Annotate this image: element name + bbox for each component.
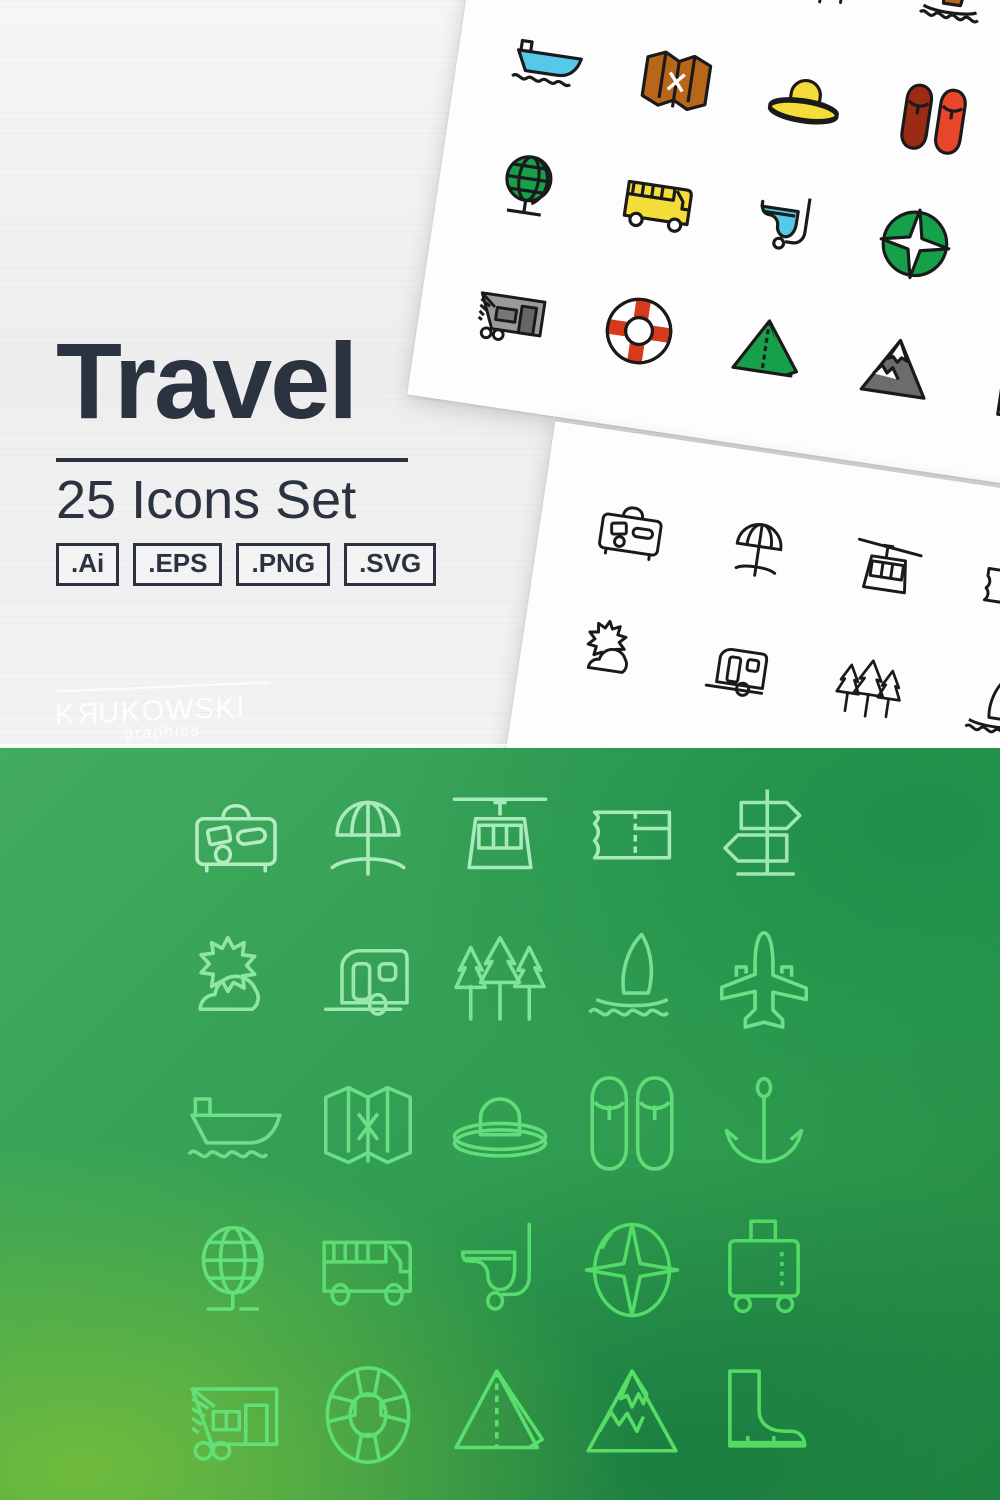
top-showcase-panel: Travel 25 Icons Set .Ai .EPS .PNG .SVG K… [0,0,1000,748]
pine-trees-icon [825,645,914,734]
color-icons-sheet [407,0,1000,498]
signpost-icon [712,783,816,887]
flip-flops-icon [889,75,978,164]
icon-cell [566,907,698,1052]
icon-cell [566,1343,698,1488]
icon-cell [302,1198,434,1343]
beach-umbrella-icon [316,783,420,887]
icon-cell [170,762,302,907]
icon-cell [566,1052,698,1197]
suitcase-icon [184,783,288,887]
sun-cloud-icon [568,607,657,696]
format-badge-png: .PNG [236,542,331,586]
anchor-icon [712,1073,816,1177]
hiking-boot-icon [980,344,1000,433]
color-icons-grid [407,0,1000,498]
icon-cell [698,907,830,1052]
flip-flops-icon [580,1073,684,1177]
camper-trailer-icon [316,928,420,1032]
treasure-map-icon [316,1073,420,1177]
life-ring-icon [316,1363,420,1467]
icon-cell [698,762,830,907]
ticket-icon [580,783,684,887]
icon-cell [698,1343,830,1488]
snorkel-mask-icon [448,1218,552,1322]
windsurf-icon [953,664,1000,748]
bus-icon [316,1218,420,1322]
sun-hat-icon [761,56,850,145]
icon-cell [434,1052,566,1197]
page-title: Travel [56,320,358,441]
mountains-icon [580,1363,684,1467]
icon-cell [170,907,302,1052]
tent-icon [448,1363,552,1467]
windsurf-icon [908,0,997,38]
airplane-icon [712,928,816,1032]
icon-cell [302,1052,434,1197]
icon-cell [434,1198,566,1343]
rolling-luggage-icon [712,1218,816,1322]
ticket-icon [971,542,1000,631]
icon-cell [302,907,434,1052]
windsurf-icon [580,928,684,1032]
motorboat-icon [184,1073,288,1177]
icon-cell [302,762,434,907]
tent-icon [723,306,812,395]
product-info-block: Travel 25 Icons Set .Ai .EPS .PNG .SVG [56,320,456,586]
format-badge-eps: .EPS [133,542,223,586]
page-subtitle: 25 Icons Set [56,469,357,530]
mountains-icon [851,325,940,414]
format-badge-ai: .Ai [56,542,120,586]
icon-cell [566,1198,698,1343]
icon-cell [434,907,566,1052]
motorboat-icon [504,17,593,106]
icon-cell [170,1198,302,1343]
life-ring-icon [595,287,684,376]
compass-icon [580,1218,684,1322]
sun-hat-icon [448,1073,552,1177]
cable-car-icon [843,523,932,612]
globe-icon [184,1218,288,1322]
pine-trees-icon [448,928,552,1032]
green-icon-showcase-panel: KRUKOWSKI graphics [0,748,1000,1500]
suitcase-icon [587,485,676,574]
bus-icon [614,162,703,251]
caravan-icon [184,1363,288,1467]
caravan-icon [467,267,556,356]
beach-umbrella-icon [715,504,804,593]
file-formats-list: .Ai .EPS .PNG .SVG [56,542,456,586]
camper-trailer-icon [697,626,786,715]
icon-cell [566,762,698,907]
icon-cell [170,1343,302,1488]
title-divider [56,457,408,462]
icon-cell [302,1343,434,1488]
globe-icon [486,142,575,231]
pine-trees-icon [779,0,868,19]
icon-cell [698,1052,830,1197]
icon-cell [434,762,566,907]
snorkel-mask-icon [742,181,831,270]
hiking-boot-icon [712,1363,816,1467]
treasure-map-icon [632,36,721,125]
format-badge-svg: .SVG [344,542,437,586]
icon-cell [170,1052,302,1197]
icon-grid [0,748,1000,1500]
compass-icon [870,200,959,289]
cable-car-icon [448,783,552,887]
icon-cell [434,1343,566,1488]
sun-cloud-icon [184,928,288,1032]
icon-cell [698,1198,830,1343]
